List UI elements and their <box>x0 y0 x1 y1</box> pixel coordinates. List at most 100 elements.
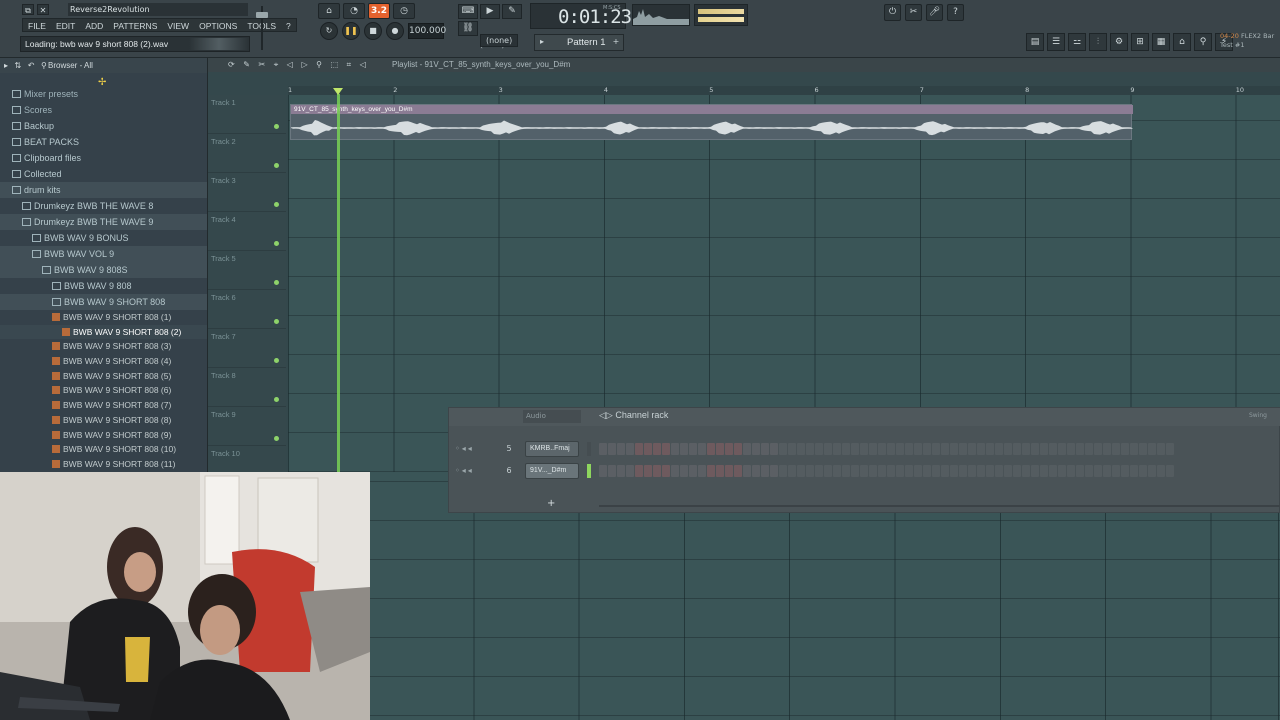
step-button[interactable] <box>1148 465 1156 477</box>
step-button[interactable] <box>905 443 913 455</box>
step-button[interactable] <box>887 465 895 477</box>
step-button[interactable] <box>806 443 814 455</box>
step-button[interactable] <box>743 465 751 477</box>
browser-file-item[interactable]: BWB WAV 9 SHORT 808 (11) <box>0 457 207 472</box>
step-button[interactable] <box>599 443 607 455</box>
step-button[interactable] <box>878 465 886 477</box>
step-button[interactable] <box>959 465 967 477</box>
step-button[interactable] <box>878 443 886 455</box>
step-button[interactable] <box>869 465 877 477</box>
playlist-view-icon[interactable]: ▤ <box>1026 33 1044 51</box>
channel-mixer-track[interactable]: 6 <box>503 464 515 477</box>
pattern-prev-icon[interactable]: ▸ <box>537 37 547 48</box>
browser-file-item[interactable]: BWB WAV 9 SHORT 808 (2) <box>0 324 207 340</box>
step-button[interactable] <box>1004 465 1012 477</box>
plugin-database-icon[interactable]: ▦ <box>1152 33 1170 51</box>
browser-folder-item[interactable]: drum kits <box>0 182 207 198</box>
step-button[interactable] <box>608 443 616 455</box>
master-volume-handle[interactable] <box>256 12 268 18</box>
step-button[interactable] <box>707 465 715 477</box>
step-button[interactable] <box>689 465 697 477</box>
step-button[interactable] <box>671 465 679 477</box>
typing-keyboard-icon[interactable]: ⌨ <box>458 4 478 19</box>
step-button[interactable] <box>725 443 733 455</box>
step-button[interactable] <box>1121 443 1129 455</box>
browser-folder-item[interactable]: Mixer presets <box>0 86 207 102</box>
step-button[interactable] <box>860 443 868 455</box>
step-button[interactable] <box>995 465 1003 477</box>
channel-name-button[interactable]: 91V..._D#m <box>525 463 579 479</box>
step-button[interactable] <box>680 443 688 455</box>
step-button[interactable] <box>815 465 823 477</box>
plugin-picker-icon[interactable]: ⚙ <box>1110 33 1128 51</box>
step-button[interactable] <box>914 465 922 477</box>
mic-tool-icon[interactable]: ⚲ <box>1194 33 1212 51</box>
step-button[interactable] <box>1004 443 1012 455</box>
track-mute-led[interactable] <box>274 124 279 129</box>
step-button[interactable] <box>626 443 634 455</box>
step-button[interactable] <box>1085 465 1093 477</box>
step-button[interactable] <box>644 443 652 455</box>
step-button[interactable] <box>1031 465 1039 477</box>
channel-mixer-track[interactable]: 5 <box>503 442 515 455</box>
step-button[interactable] <box>1112 465 1120 477</box>
step-button[interactable] <box>896 443 904 455</box>
step-button[interactable] <box>887 443 895 455</box>
pause-button[interactable]: ❚❚ <box>342 22 360 40</box>
step-button[interactable] <box>1049 465 1057 477</box>
step-button[interactable] <box>635 465 643 477</box>
browser-folder-item[interactable]: Scores <box>0 102 207 118</box>
step-button[interactable] <box>1103 443 1111 455</box>
step-button[interactable] <box>842 465 850 477</box>
step-button[interactable] <box>1085 443 1093 455</box>
step-button[interactable] <box>977 443 985 455</box>
step-button[interactable] <box>725 465 733 477</box>
track-header[interactable]: Track 2 <box>208 134 286 173</box>
step-button[interactable] <box>707 443 715 455</box>
step-button[interactable] <box>680 465 688 477</box>
browser-folder-item[interactable]: BWB WAV 9 BONUS <box>0 230 207 246</box>
browser-folder-item[interactable]: Drumkeyz BWB THE WAVE 9 <box>0 214 207 230</box>
menu-patterns[interactable]: PATTERNS <box>108 19 162 31</box>
microphone-icon[interactable]: 🎤︎ <box>926 4 943 21</box>
browser-folder-item[interactable]: Drumkeyz BWB THE WAVE 8 <box>0 198 207 214</box>
draw-icon[interactable]: ✎ <box>502 4 522 19</box>
step-button[interactable] <box>905 465 913 477</box>
step-button[interactable] <box>626 465 634 477</box>
step-button[interactable] <box>1076 465 1084 477</box>
step-button[interactable] <box>1130 443 1138 455</box>
step-button[interactable] <box>716 465 724 477</box>
track-mute-led[interactable] <box>274 397 279 402</box>
step-button[interactable] <box>968 443 976 455</box>
playhead-marker[interactable] <box>333 88 343 95</box>
step-button[interactable] <box>1103 465 1111 477</box>
step-button[interactable] <box>1139 443 1147 455</box>
step-button[interactable] <box>995 443 1003 455</box>
template-icon[interactable]: ⌂ <box>1173 33 1191 51</box>
step-button[interactable] <box>635 443 643 455</box>
browser-file-item[interactable]: BWB WAV 9 SHORT 808 (4) <box>0 354 207 369</box>
browser-file-item[interactable]: BWB WAV 9 SHORT 808 (6) <box>0 383 207 398</box>
track-header[interactable]: Track 5 <box>208 251 286 290</box>
step-button[interactable] <box>1013 465 1021 477</box>
link-icon[interactable]: ⛓ <box>458 21 478 36</box>
track-mute-led[interactable] <box>274 436 279 441</box>
step-button[interactable] <box>689 443 697 455</box>
track-mute-led[interactable] <box>274 163 279 168</box>
step-button[interactable] <box>788 465 796 477</box>
track-header[interactable]: Track 6 <box>208 290 286 329</box>
restore-window-icon[interactable]: ⧉ <box>22 4 34 15</box>
piano-roll-view-icon[interactable]: ☰ <box>1047 33 1065 51</box>
browser-folder-item[interactable]: Collected <box>0 166 207 182</box>
step-button[interactable] <box>1040 465 1048 477</box>
step-button[interactable] <box>1040 443 1048 455</box>
step-button[interactable] <box>1067 443 1075 455</box>
step-button[interactable] <box>644 465 652 477</box>
track-mute-led[interactable] <box>274 358 279 363</box>
track-header[interactable]: Track 9 <box>208 407 286 446</box>
step-button[interactable] <box>860 465 868 477</box>
step-button[interactable] <box>1022 465 1030 477</box>
step-button[interactable] <box>698 465 706 477</box>
step-button[interactable] <box>1157 465 1165 477</box>
step-button[interactable] <box>824 465 832 477</box>
